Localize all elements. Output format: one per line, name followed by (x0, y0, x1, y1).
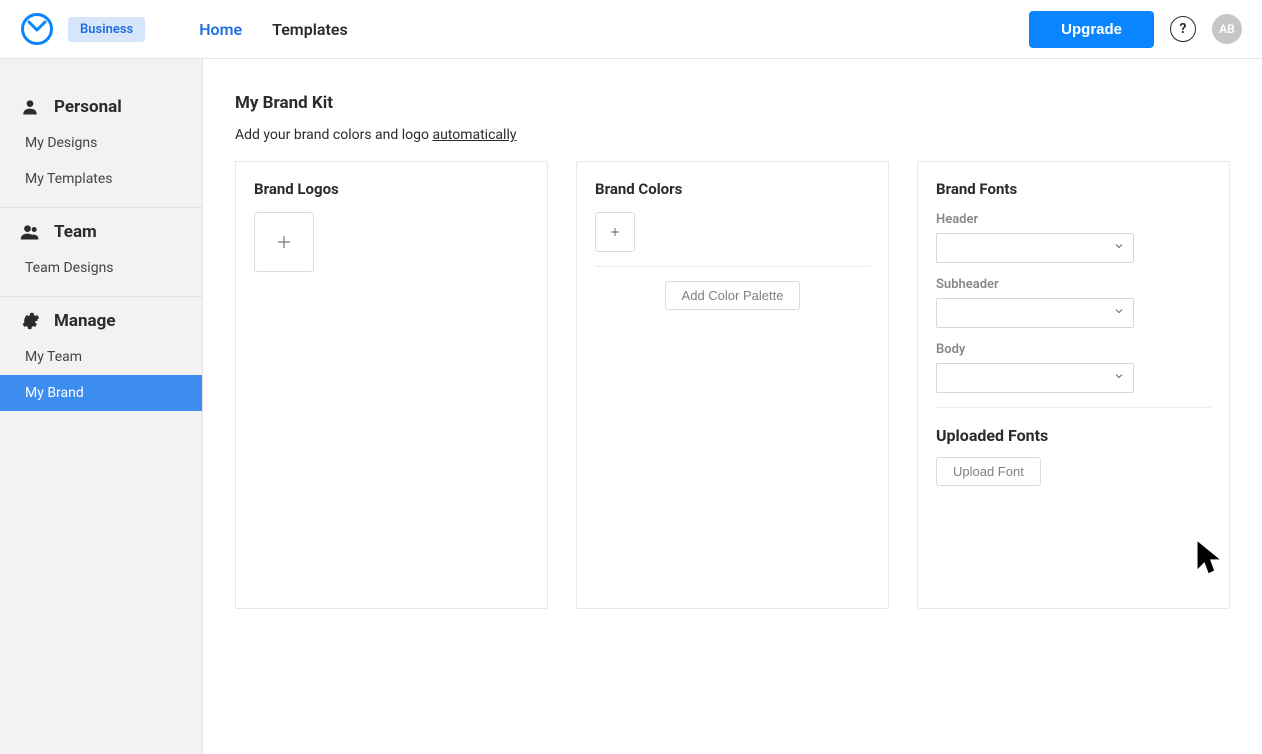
sidebar-heading-personal: Personal (0, 89, 202, 125)
divider (936, 407, 1211, 408)
person-icon (20, 97, 40, 117)
add-color-palette-button[interactable]: Add Color Palette (665, 281, 801, 310)
subtitle-text: Add your brand colors and logo (235, 127, 432, 143)
brand-fonts-title: Brand Fonts (936, 180, 1211, 198)
palette-row: Add Color Palette (595, 281, 870, 310)
chevron-down-icon (1113, 370, 1125, 386)
sidebar-heading-label: Team (54, 222, 97, 242)
sidebar-heading-manage: Manage (0, 303, 202, 339)
brand-colors-title: Brand Colors (595, 180, 870, 198)
sidebar-section-team: Team Team Designs (0, 208, 202, 297)
sidebar-section-manage: Manage My Team My Brand (0, 297, 202, 421)
font-body-select[interactable] (936, 363, 1134, 393)
divider (595, 266, 870, 267)
sidebar-item-team-designs[interactable]: Team Designs (0, 250, 202, 286)
help-icon[interactable]: ? (1170, 16, 1196, 42)
app-header: Business Home Templates Upgrade ? AB (0, 0, 1262, 59)
plan-badge[interactable]: Business (68, 17, 145, 42)
brand-fonts-card: Brand Fonts Header Subheader Body (917, 161, 1230, 609)
sidebar: Personal My Designs My Templates Team Te… (0, 59, 203, 754)
team-icon (20, 222, 40, 242)
sidebar-item-my-brand[interactable]: My Brand (0, 375, 202, 411)
gear-icon (20, 311, 40, 331)
sidebar-item-my-templates[interactable]: My Templates (0, 161, 202, 197)
uploaded-fonts-title: Uploaded Fonts (936, 426, 1211, 445)
sidebar-item-my-designs[interactable]: My Designs (0, 125, 202, 161)
header-left: Business Home Templates (20, 12, 348, 46)
app-logo-icon[interactable] (20, 12, 54, 46)
plus-icon (275, 233, 293, 251)
font-subheader-select[interactable] (936, 298, 1134, 328)
sidebar-item-my-team[interactable]: My Team (0, 339, 202, 375)
header-right: Upgrade ? AB (1029, 11, 1242, 48)
cards-row: Brand Logos Brand Colors Add Color Palet… (235, 161, 1230, 609)
sidebar-heading-team: Team (0, 214, 202, 250)
add-logo-button[interactable] (254, 212, 314, 272)
sidebar-section-personal: Personal My Designs My Templates (0, 83, 202, 208)
subtitle-auto-link[interactable]: automatically (432, 127, 516, 143)
font-subheader-label: Subheader (936, 277, 1211, 292)
plus-icon (609, 226, 621, 238)
body-wrap: Personal My Designs My Templates Team Te… (0, 59, 1262, 754)
page-subtitle: Add your brand colors and logo automatic… (235, 127, 1230, 143)
add-color-button[interactable] (595, 212, 635, 252)
user-avatar[interactable]: AB (1212, 14, 1242, 44)
font-body-label: Body (936, 342, 1211, 357)
sidebar-heading-label: Manage (54, 311, 116, 331)
top-nav: Home Templates (199, 20, 347, 39)
nav-templates[interactable]: Templates (272, 20, 348, 39)
brand-logos-card: Brand Logos (235, 161, 548, 609)
sidebar-heading-label: Personal (54, 97, 122, 117)
chevron-down-icon (1113, 240, 1125, 256)
chevron-down-icon (1113, 305, 1125, 321)
upgrade-button[interactable]: Upgrade (1029, 11, 1154, 48)
page-title: My Brand Kit (235, 93, 1230, 113)
nav-home[interactable]: Home (199, 20, 242, 39)
upload-font-button[interactable]: Upload Font (936, 457, 1041, 486)
main-content: My Brand Kit Add your brand colors and l… (203, 59, 1262, 754)
brand-colors-card: Brand Colors Add Color Palette (576, 161, 889, 609)
brand-logos-title: Brand Logos (254, 180, 529, 198)
font-header-label: Header (936, 212, 1211, 227)
font-header-select[interactable] (936, 233, 1134, 263)
